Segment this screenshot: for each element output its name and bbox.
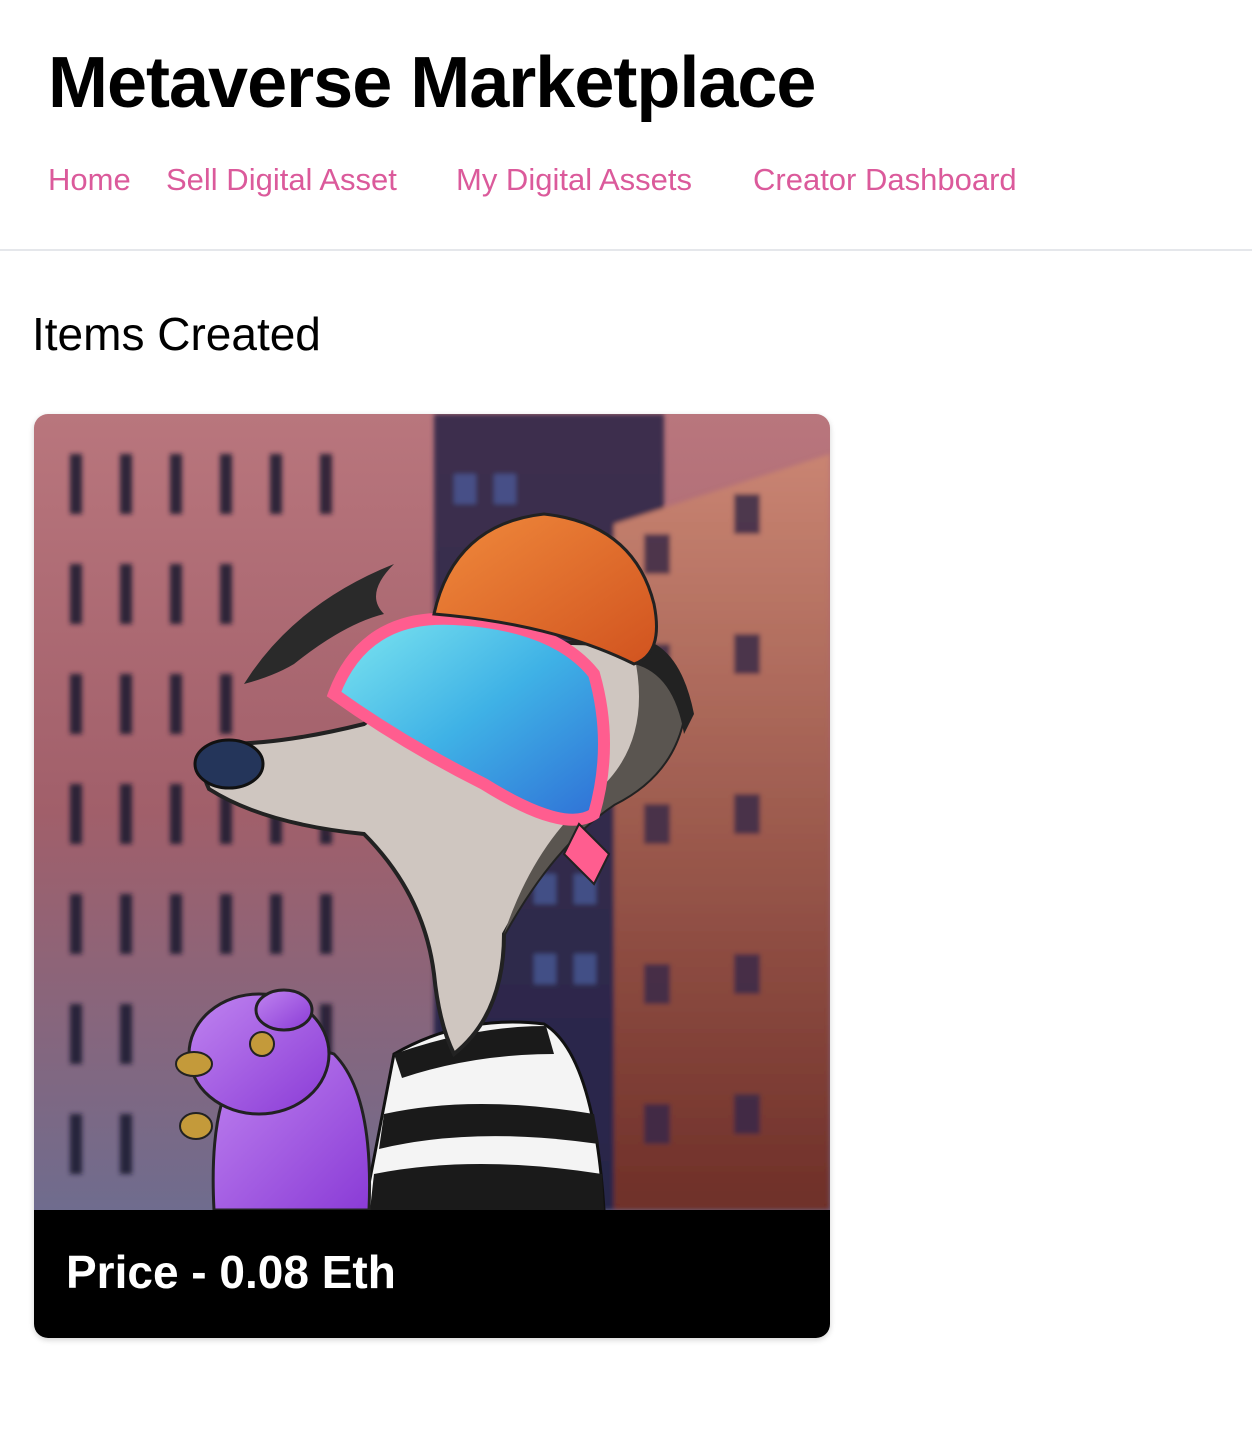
price-label: Price - 0.08 Eth [66, 1246, 396, 1298]
nft-card[interactable]: Price - 0.08 Eth [34, 414, 830, 1338]
nav-home-link[interactable]: Home [48, 158, 131, 202]
items-created-heading: Items Created [32, 308, 321, 360]
site-title: Metaverse Marketplace [48, 43, 816, 123]
nav-sell-digital-asset-link[interactable]: Sell Digital Asset [166, 158, 397, 202]
card-footer: Price - 0.08 Eth [34, 1210, 830, 1338]
main-nav: Home Sell Digital Asset My Digital Asset… [48, 158, 1198, 202]
nft-image [34, 414, 830, 1210]
site-header: Metaverse Marketplace Home Sell Digital … [0, 0, 1252, 251]
nav-my-digital-assets-link[interactable]: My Digital Assets [456, 158, 692, 202]
nav-creator-dashboard-link[interactable]: Creator Dashboard [753, 158, 1017, 202]
